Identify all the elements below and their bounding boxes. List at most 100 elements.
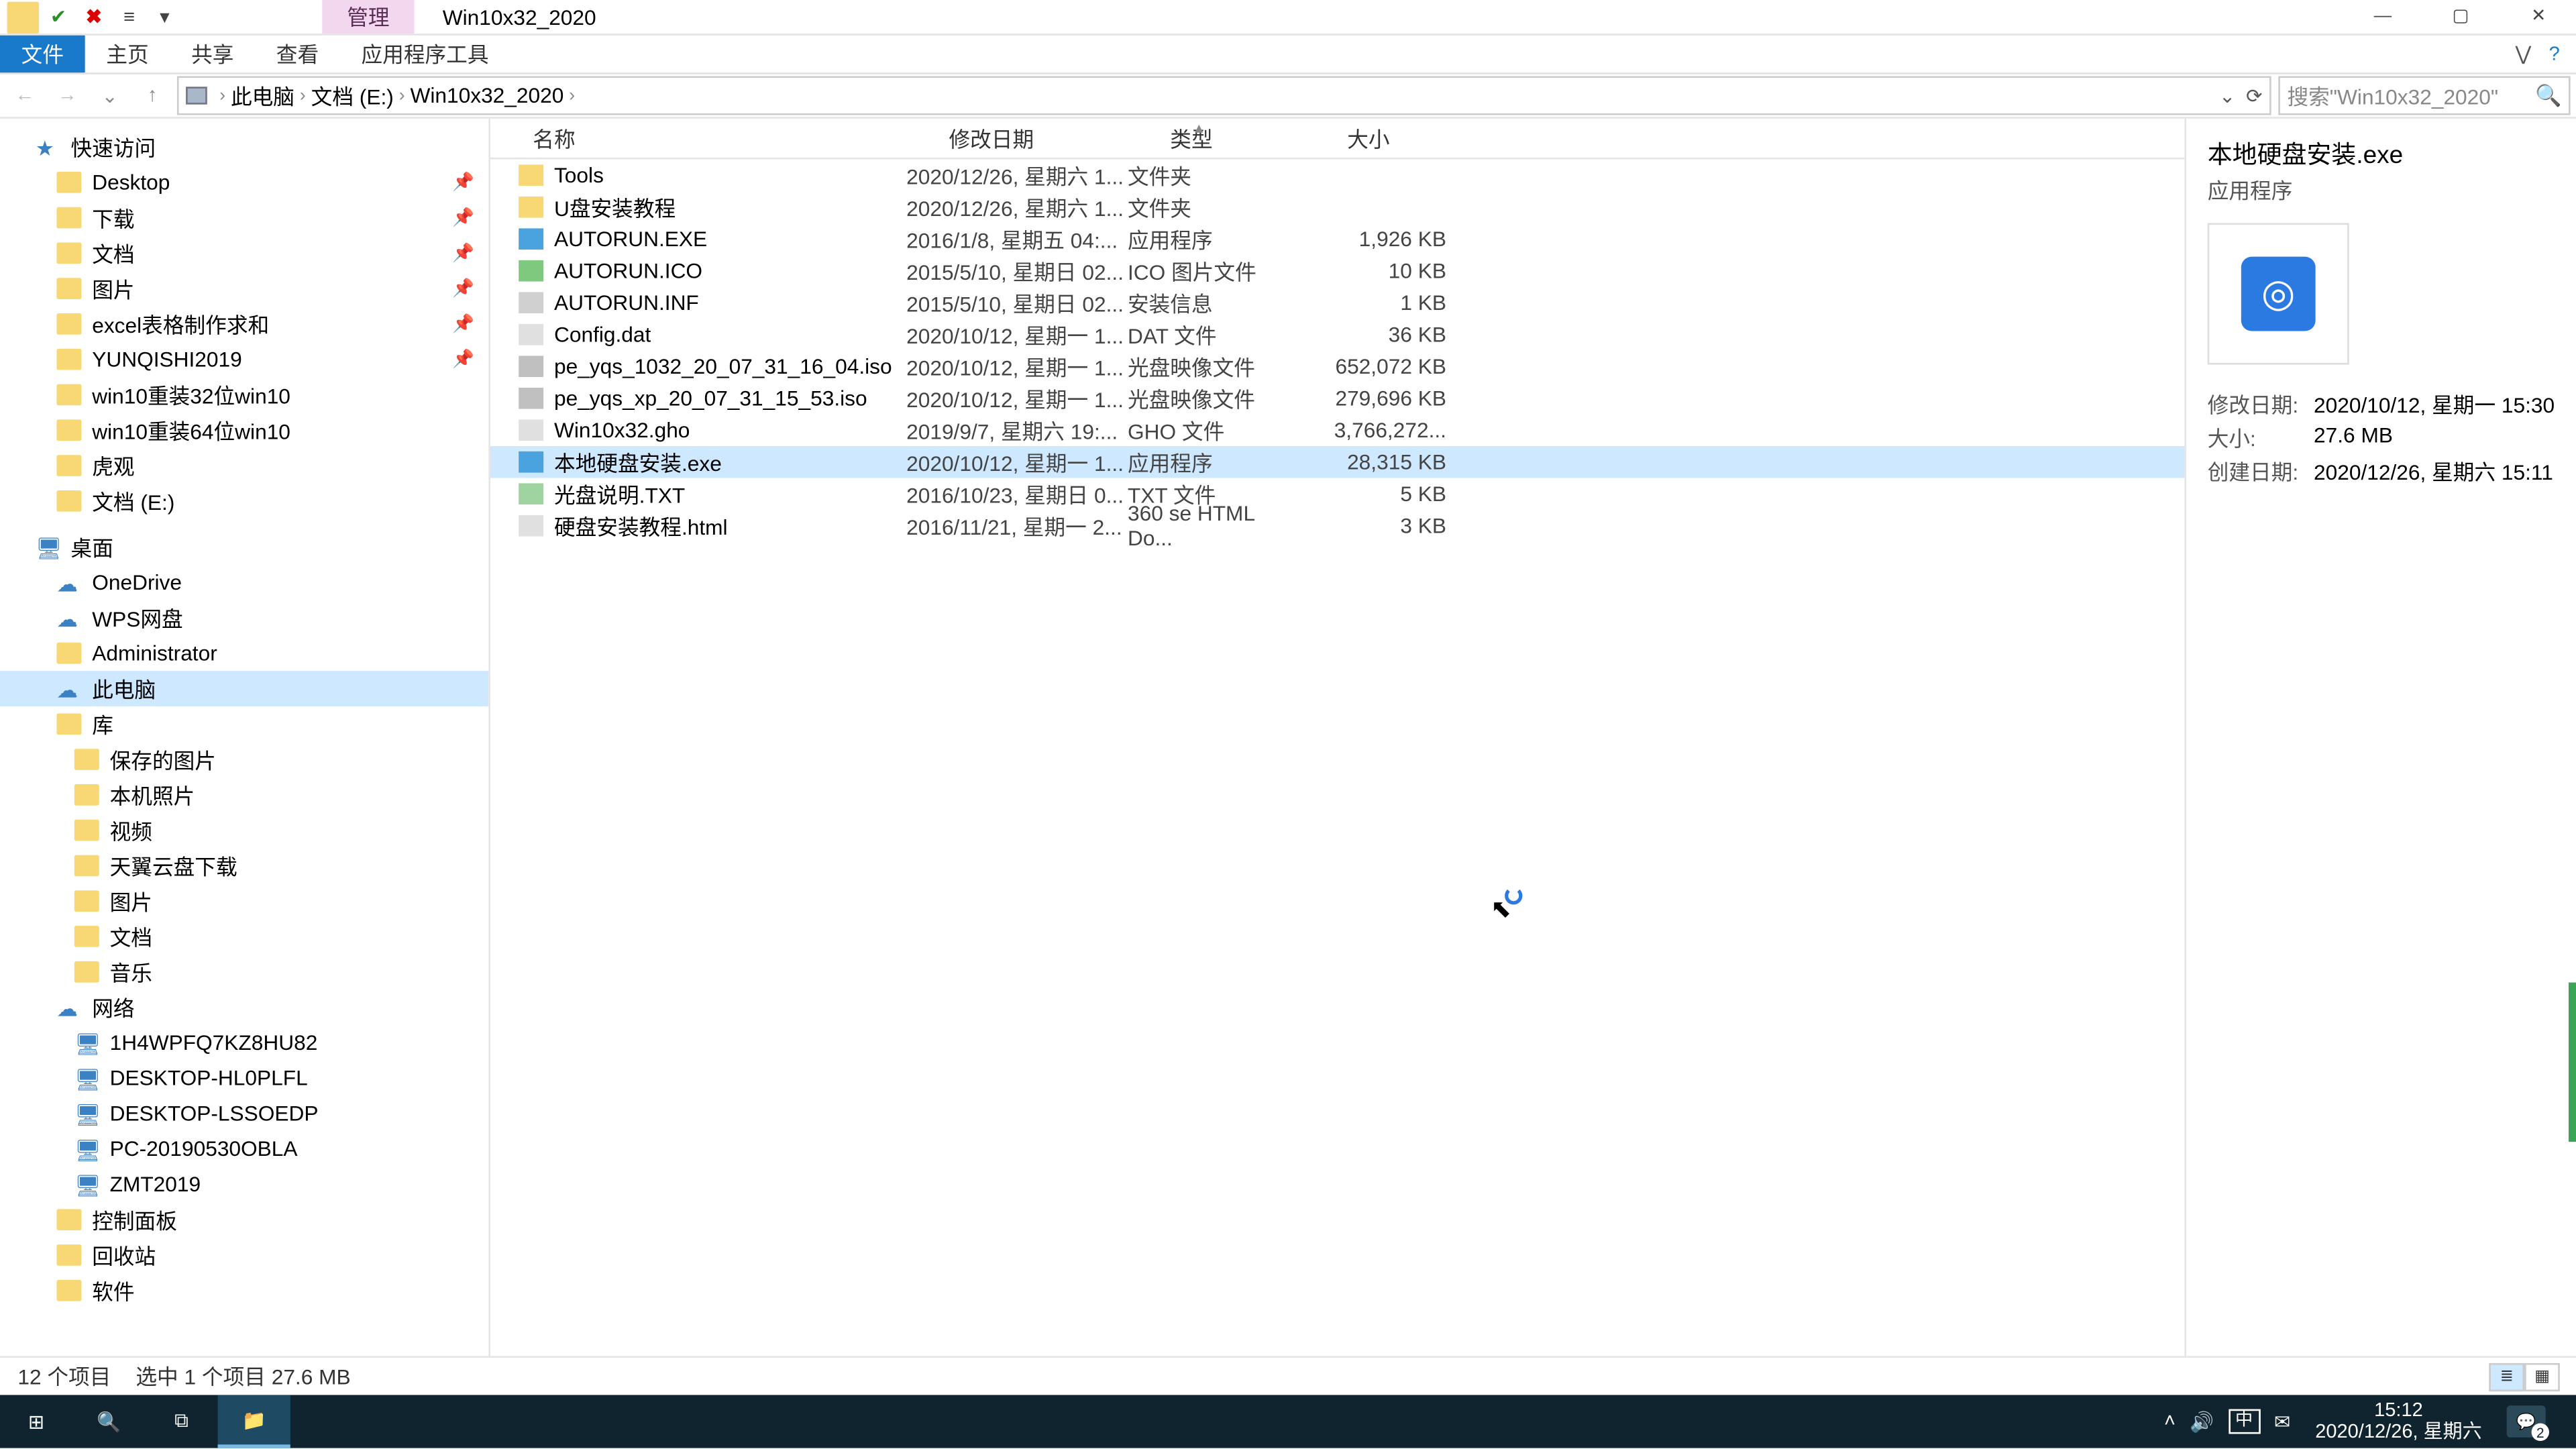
nav-quick-item[interactable]: YUNQISHI2019📌 xyxy=(0,341,488,377)
qat-properties-icon[interactable]: ✔ xyxy=(42,1,74,33)
contextual-tab-manage[interactable]: 管理 xyxy=(322,0,414,34)
address-dropdown-icon[interactable]: ⌄ xyxy=(2219,84,2235,107)
column-size[interactable]: 大小 xyxy=(1333,123,1493,153)
file-type: GHO 文件 xyxy=(1128,415,1305,445)
nav-extra-item[interactable]: 控制面板 xyxy=(0,1202,488,1238)
nav-quick-item[interactable]: Desktop📌 xyxy=(0,164,488,200)
maximize-button[interactable]: ▢ xyxy=(2422,0,2500,34)
nav-desktop-item[interactable]: ☁WPS网盘 xyxy=(0,600,488,636)
nav-network-pc[interactable]: 🖥DESKTOP-LSSOEDP xyxy=(0,1095,488,1131)
file-list[interactable]: 名称 修改日期 类型 大小 ▴ Tools2020/12/26, 星期六 1..… xyxy=(490,119,2184,1356)
chevron-right-icon[interactable]: › xyxy=(399,86,405,105)
taskbar[interactable]: ⊞ 🔍 ⧉ 📁 ˄ 🔊 中 ✉ 15:12 2020/12/26, 星期六 💬2 xyxy=(0,1395,2576,1448)
nav-desktop-item[interactable]: 库 xyxy=(0,706,488,742)
nav-quick-item[interactable]: win10重装64位win10 xyxy=(0,413,488,448)
nav-desktop-item[interactable]: 音乐 xyxy=(0,954,488,989)
file-type: 光盘映像文件 xyxy=(1128,352,1305,382)
nav-extra-item[interactable]: 软件 xyxy=(0,1273,488,1308)
close-button[interactable]: ✕ xyxy=(2500,0,2576,34)
ribbon-tab-apptools[interactable]: 应用程序工具 xyxy=(340,36,510,72)
breadcrumb-drive[interactable]: 文档 (E:) xyxy=(311,80,394,111)
ime-indicator[interactable]: 中 xyxy=(2228,1409,2260,1434)
nav-forward-button[interactable]: → xyxy=(50,78,85,113)
qat-delete-icon[interactable]: ✖ xyxy=(78,1,110,33)
file-row[interactable]: Config.dat2020/10/12, 星期一 1...DAT 文件36 K… xyxy=(490,319,2184,351)
taskbar-clock[interactable]: 15:12 2020/12/26, 星期六 xyxy=(2304,1397,2492,1446)
nav-quick-item[interactable]: 文档📌 xyxy=(0,235,488,271)
taskbar-explorer-button[interactable]: 📁 xyxy=(218,1395,290,1448)
file-row[interactable]: 硬盘安装教程.html2016/11/21, 星期一 2...360 se HT… xyxy=(490,510,2184,542)
nav-up-button[interactable]: ↑ xyxy=(135,78,170,113)
file-row[interactable]: Tools2020/12/26, 星期六 1...文件夹 xyxy=(490,160,2184,192)
start-button[interactable]: ⊞ xyxy=(0,1395,72,1448)
file-row[interactable]: 光盘说明.TXT2016/10/23, 星期日 0...TXT 文件5 KB xyxy=(490,478,2184,511)
nav-network-pc[interactable]: 🖥ZMT2019 xyxy=(0,1167,488,1202)
file-row[interactable]: pe_yqs_xp_20_07_31_15_53.iso2020/10/12, … xyxy=(490,382,2184,415)
nav-desktop-item[interactable]: 图片 xyxy=(0,883,488,919)
nav-desktop-item[interactable]: 天翼云盘下载 xyxy=(0,848,488,883)
qat-newfolder-icon[interactable]: ≡ xyxy=(113,1,146,33)
nav-back-button[interactable]: ← xyxy=(7,78,43,113)
nav-desktop-item[interactable]: ☁此电脑 xyxy=(0,671,488,706)
ribbon-expand-icon[interactable]: ⋁ xyxy=(2515,42,2531,65)
nav-quick-item[interactable]: win10重装32位win10 xyxy=(0,377,488,413)
minimize-button[interactable]: — xyxy=(2344,0,2422,34)
qat-dropdown-icon[interactable]: ▾ xyxy=(149,1,181,33)
view-large-icons-button[interactable]: ▦ xyxy=(2524,1362,2560,1391)
refresh-icon[interactable]: ⟳ xyxy=(2246,84,2262,107)
ribbon-tab-view[interactable]: 查看 xyxy=(255,36,340,72)
nav-quick-item[interactable]: 虎观 xyxy=(0,448,488,484)
column-date[interactable]: 修改日期 xyxy=(934,123,1156,153)
view-details-button[interactable]: ≣ xyxy=(2489,1362,2524,1391)
file-row[interactable]: AUTORUN.EXE2016/1/8, 星期五 04:...应用程序1,926… xyxy=(490,223,2184,256)
nav-desktop-item[interactable]: 视频 xyxy=(0,812,488,848)
file-row[interactable]: Win10x32.gho2019/9/7, 星期六 19:...GHO 文件3,… xyxy=(490,415,2184,447)
volume-icon[interactable]: 🔊 xyxy=(2190,1410,2214,1433)
task-view-button[interactable]: ⧉ xyxy=(145,1395,217,1448)
column-type[interactable]: 类型 xyxy=(1156,123,1333,153)
file-row[interactable]: pe_yqs_1032_20_07_31_16_04.iso2020/10/12… xyxy=(490,351,2184,383)
chevron-right-icon[interactable]: › xyxy=(219,86,225,105)
file-row[interactable]: AUTORUN.INF2015/5/10, 星期日 02...安装信息1 KB xyxy=(490,287,2184,319)
file-date: 2016/1/8, 星期五 04:... xyxy=(906,224,1128,254)
nav-quick-item[interactable]: 下载📌 xyxy=(0,200,488,235)
nav-desktop-item[interactable]: ☁网络 xyxy=(0,989,488,1025)
address-bar[interactable]: › 此电脑 › 文档 (E:) › Win10x32_2020 › ⌄ ⟳ xyxy=(177,76,2271,115)
breadcrumb-folder[interactable]: Win10x32_2020 xyxy=(410,83,564,108)
nav-extra-item[interactable]: 回收站 xyxy=(0,1238,488,1273)
action-center-button[interactable]: 💬2 xyxy=(2507,1405,2546,1438)
column-name[interactable]: 名称 xyxy=(519,123,934,153)
file-type: ICO 图片文件 xyxy=(1128,256,1305,286)
network-mail-icon[interactable]: ✉ xyxy=(2274,1410,2290,1433)
file-row[interactable]: 本地硬盘安装.exe2020/10/12, 星期一 1...应用程序28,315… xyxy=(490,446,2184,478)
nav-desktop-item[interactable]: Administrator xyxy=(0,635,488,671)
nav-desktop-item[interactable]: 保存的图片 xyxy=(0,742,488,777)
nav-history-dropdown[interactable]: ⌄ xyxy=(92,78,127,113)
nav-desktop[interactable]: 🖥桌面 xyxy=(0,529,488,565)
navigation-pane[interactable]: ★快速访问 Desktop📌下载📌文档📌图片📌excel表格制作求和📌YUNQI… xyxy=(0,119,490,1356)
ribbon-tab-file[interactable]: 文件 xyxy=(0,36,85,72)
ribbon-tab-home[interactable]: 主页 xyxy=(85,36,170,72)
nav-desktop-item[interactable]: ☁OneDrive xyxy=(0,565,488,600)
nav-network-pc[interactable]: 🖥PC-20190530OBLA xyxy=(0,1131,488,1167)
chevron-right-icon[interactable]: › xyxy=(300,86,306,105)
search-input[interactable]: 搜索"Win10x32_2020" 🔍 xyxy=(2278,76,2570,115)
breadcrumb-this-pc[interactable]: 此电脑 xyxy=(231,80,294,111)
nav-network-pc[interactable]: 🖥1H4WPFQ7KZ8HU82 xyxy=(0,1025,488,1061)
file-row[interactable]: U盘安装教程2020/12/26, 星期六 1...文件夹 xyxy=(490,191,2184,223)
ribbon-tab-share[interactable]: 共享 xyxy=(170,36,255,72)
ribbon-help-icon[interactable]: ? xyxy=(2549,44,2560,65)
nav-desktop-item[interactable]: 本机照片 xyxy=(0,777,488,812)
tray-overflow-icon[interactable]: ˄ xyxy=(2164,1411,2176,1432)
chevron-right-icon[interactable]: › xyxy=(569,86,575,105)
qat-folder-icon[interactable] xyxy=(7,1,40,33)
nav-desktop-item[interactable]: 文档 xyxy=(0,919,488,955)
nav-quick-item[interactable]: 图片📌 xyxy=(0,271,488,307)
nav-network-pc[interactable]: 🖥DESKTOP-HL0PLFL xyxy=(0,1061,488,1096)
search-icon[interactable]: 🔍 xyxy=(2535,83,2561,108)
nav-quick-item[interactable]: excel表格制作求和📌 xyxy=(0,307,488,342)
nav-quick-item[interactable]: 文档 (E:) xyxy=(0,483,488,519)
nav-quick-access[interactable]: ★快速访问 xyxy=(0,129,488,165)
taskbar-search-button[interactable]: 🔍 xyxy=(72,1395,145,1448)
file-row[interactable]: AUTORUN.ICO2015/5/10, 星期日 02...ICO 图片文件1… xyxy=(490,255,2184,287)
